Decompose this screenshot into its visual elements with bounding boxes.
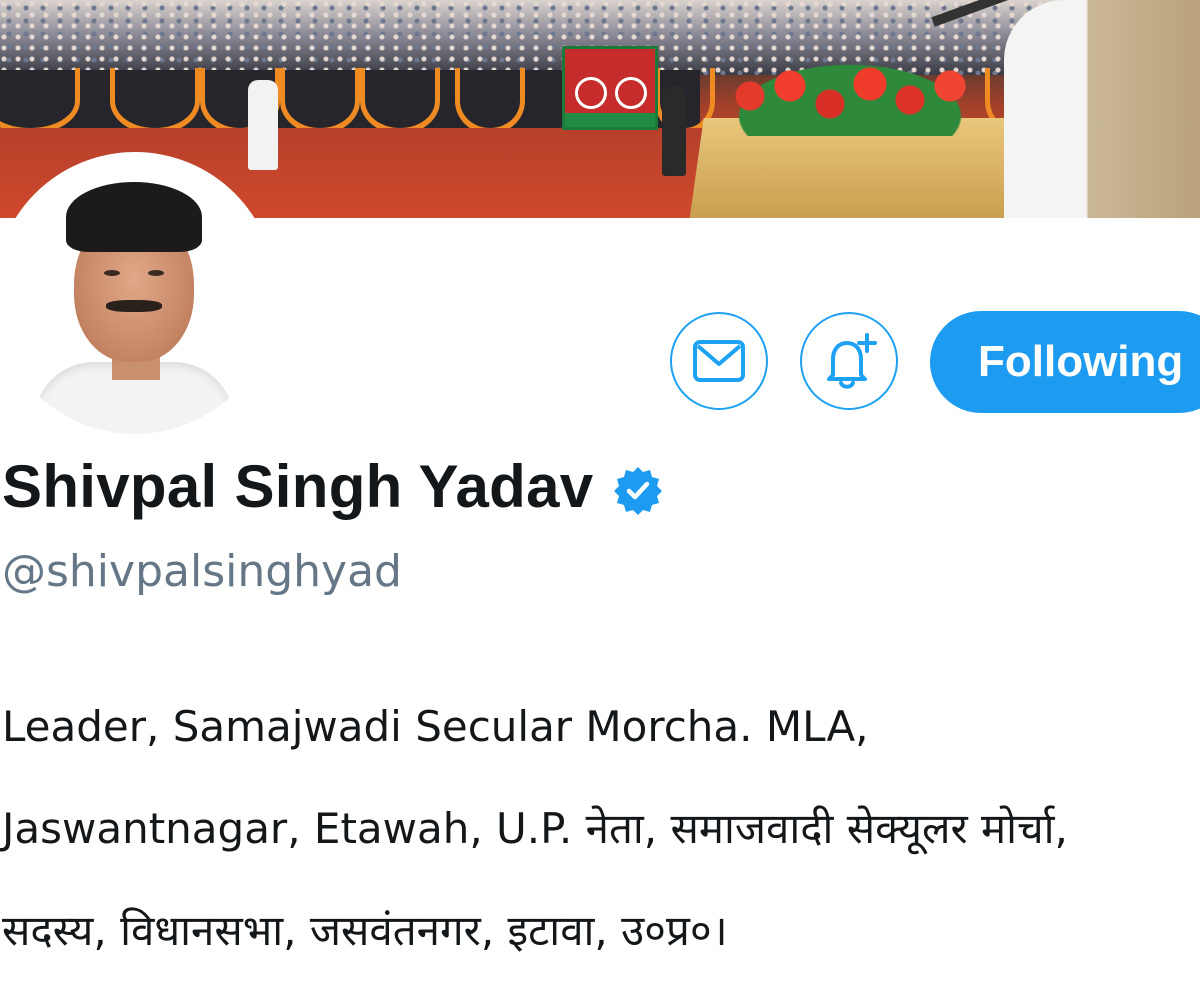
- banner-person: [662, 86, 686, 176]
- verified-badge-icon: [614, 467, 663, 515]
- notifications-button[interactable]: [800, 312, 898, 410]
- banner-garland: [110, 68, 200, 134]
- profile-name: Shivpal Singh Yadav: [2, 452, 594, 520]
- banner-garland: [280, 68, 360, 134]
- bio-line: Jaswantnagar, Etawah, U.P. नेता, समाजवाद…: [2, 804, 1068, 853]
- bell-plus-icon: [827, 333, 877, 389]
- profile-bio: Leader, Samajwadi Secular Morcha. MLA, J…: [2, 650, 1200, 1007]
- banner-party-board: [562, 46, 658, 130]
- bio-line: Leader, Samajwadi Secular Morcha. MLA,: [2, 702, 869, 751]
- profile-handle: @shivpalsinghyad: [2, 546, 402, 597]
- profile-name-row: Shivpal Singh Yadav: [2, 446, 663, 526]
- following-button[interactable]: Following: [930, 311, 1200, 413]
- banner-flowers: [720, 56, 980, 136]
- banner-garland: [455, 68, 525, 134]
- message-button[interactable]: [670, 312, 768, 410]
- banner-speaker: [1004, 0, 1200, 218]
- envelope-icon: [693, 340, 745, 382]
- profile-avatar[interactable]: [0, 152, 276, 434]
- banner-person: [248, 80, 278, 170]
- bio-line: सदस्य, विधानसभा, जसवंतनगर, इटावा, उ०प्र०…: [2, 906, 728, 955]
- banner-garland: [360, 68, 440, 134]
